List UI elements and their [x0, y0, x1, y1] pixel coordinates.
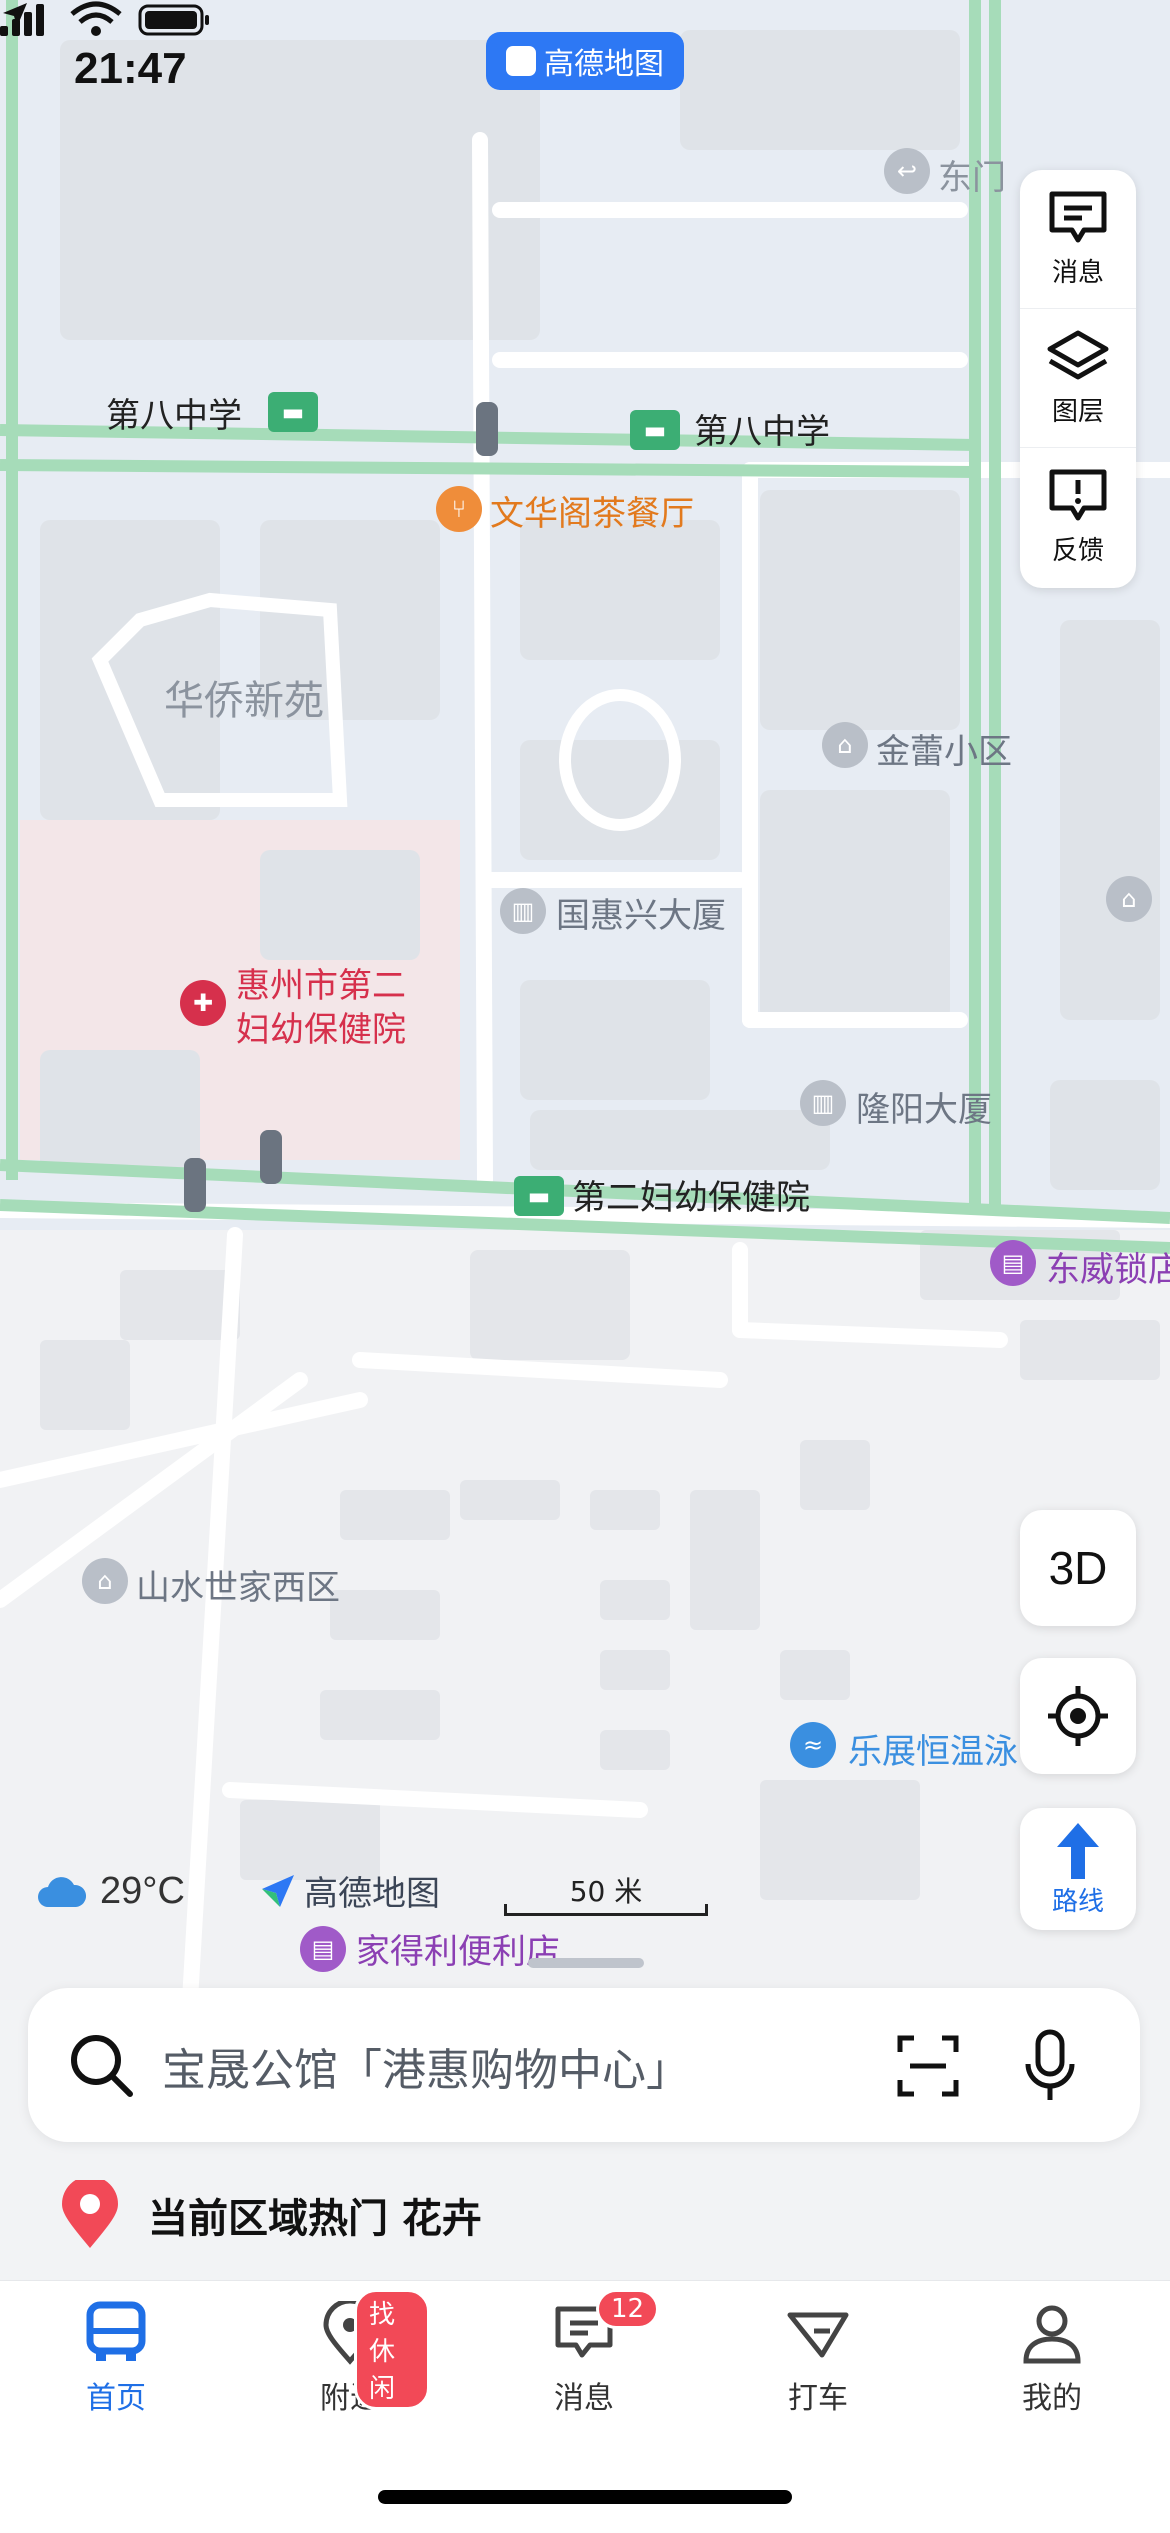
status-time: 21:47 [74, 44, 187, 93]
microphone-icon[interactable] [1022, 2028, 1078, 2104]
taxi-icon [787, 2312, 849, 2358]
feedback-button[interactable]: 反馈 [1020, 447, 1136, 586]
feedback-icon [1049, 469, 1107, 520]
label-building-longyang[interactable]: 隆阳大厦 [856, 1082, 992, 1131]
route-arrow-icon [1057, 1822, 1099, 1879]
location-pin-icon [62, 2180, 118, 2248]
hot-area-label: 当前区域热门 花卉 [148, 2196, 482, 2242]
message-bubble-icon [1049, 191, 1107, 242]
community-icon: ⌂ [1106, 876, 1152, 922]
app-return-pill[interactable]: 高德地图 [486, 32, 684, 90]
community-icon: ⌂ [82, 1558, 128, 1604]
restaurant-icon: ⑂ [436, 486, 482, 532]
building-icon: ▥ [800, 1080, 846, 1126]
tab-taxi[interactable]: 打车 [738, 2301, 898, 2417]
nearby-badge: 找休闲 [354, 2289, 430, 2410]
gate-icon: ↩ [884, 148, 930, 194]
label-community-shanshui[interactable]: 山水世家西区 [136, 1560, 340, 1609]
home-indicator[interactable] [378, 2490, 792, 2504]
bus-stop-icon: ▬ [514, 1176, 564, 1216]
view-3d-label: 3D [1048, 1542, 1108, 1594]
cloud-icon [38, 1876, 86, 1907]
map-canvas [0, 0, 1170, 2000]
traffic-light-icon [184, 1158, 206, 1212]
tab-nearby[interactable]: 附近 找休闲 [270, 2289, 430, 2417]
label-bus-stop-hospital[interactable]: 第二妇幼保健院 [572, 1170, 810, 1219]
crosshair-icon [1048, 1686, 1108, 1746]
amap-logo-icon [488, 34, 536, 76]
route-button-label: 路线 [1051, 1886, 1104, 1917]
map-side-panel: 消息 图层 反馈 [1020, 170, 1136, 588]
search-bar[interactable]: 宝晟公馆「港惠购物中心」 [28, 1988, 1140, 2142]
label-hospital-line2[interactable]: 妇幼保健院 [236, 1002, 406, 1051]
label-community-huaqiao[interactable]: 华侨新苑 [164, 668, 324, 726]
shop-icon: ▤ [990, 1240, 1036, 1286]
feedback-button-label: 反馈 [1051, 535, 1104, 566]
label-school-left[interactable]: 第八中学 [106, 388, 242, 437]
label-community-jinlei[interactable]: 金蕾小区 [876, 724, 1012, 773]
messages-badge: 12 [596, 2289, 660, 2329]
locate-me-button[interactable] [1020, 1658, 1136, 1774]
bus-icon [86, 2301, 146, 2361]
bus-stop-icon: ▬ [630, 410, 680, 450]
hot-area-row[interactable]: 当前区域热门 花卉 [60, 2180, 482, 2250]
tab-profile[interactable]: 我的 [972, 2301, 1132, 2417]
community-icon: ⌂ [822, 722, 868, 768]
user-icon [1023, 2305, 1081, 2364]
tab-home-label: 首页 [86, 2381, 146, 2416]
swimming-icon: ≈ [790, 1722, 836, 1768]
brand-watermark: 高德地图 [258, 1866, 440, 1915]
label-hot-spring[interactable]: 乐展恒温泳 [848, 1724, 1018, 1773]
search-icon [71, 2035, 133, 2097]
tab-messages[interactable]: 消息 12 [504, 2289, 664, 2417]
amap-brand-icon [262, 1874, 294, 1907]
bus-stop-icon: ▬ [268, 392, 318, 432]
messages-button-label: 消息 [1051, 257, 1104, 288]
status-icons [0, 1, 209, 36]
app-pill-label: 高德地图 [544, 47, 664, 82]
brand-watermark-label: 高德地图 [304, 1874, 440, 1914]
label-east-gate[interactable]: 东门 [938, 150, 1006, 199]
tab-profile-label: 我的 [1022, 2381, 1082, 2416]
label-hospital-line1[interactable]: 惠州市第二 [236, 958, 406, 1007]
label-school-right[interactable]: 第八中学 [694, 404, 830, 453]
hospital-icon: ✚ [180, 980, 226, 1026]
label-building-guohuixing[interactable]: 国惠兴大厦 [556, 888, 726, 937]
label-restaurant[interactable]: 文华阁茶餐厅 [490, 486, 694, 535]
view-3d-button[interactable]: 3D [1020, 1510, 1136, 1626]
building-icon: ▥ [500, 888, 546, 934]
tab-taxi-label: 打车 [788, 2381, 848, 2416]
traffic-light-icon [260, 1130, 282, 1184]
route-button[interactable]: 路线 [1020, 1808, 1136, 1930]
layers-button-label: 图层 [1051, 396, 1104, 427]
scale-bar-line [504, 1904, 708, 1916]
messages-button[interactable]: 消息 [1020, 170, 1136, 308]
tab-home[interactable]: 首页 [36, 2301, 196, 2417]
weather-widget[interactable]: 29°C [36, 1870, 185, 1913]
layers-icon [1047, 330, 1109, 379]
weather-temperature: 29°C [100, 1870, 185, 1912]
status-bar: 21:47 高德地图 [0, 0, 1170, 150]
shop-icon: ▤ [300, 1926, 346, 1972]
layers-button[interactable]: 图层 [1020, 308, 1136, 447]
scan-icon[interactable] [896, 2034, 960, 2098]
scale-bar: 50 米 [504, 1870, 708, 1916]
label-lock-shop[interactable]: 东威锁店 [1046, 1242, 1170, 1291]
map-view[interactable]: 21:47 高德地图 ↩ 东门 第八中学 ▬ ▬ 第八中学 ⑂ 文华阁茶餐厅 华… [0, 0, 1170, 2000]
traffic-light-icon [476, 402, 498, 456]
search-input[interactable]: 宝晟公馆「港惠购物中心」 [162, 2034, 690, 2098]
sheet-drag-handle[interactable] [528, 1958, 644, 1968]
tab-messages-label: 消息 [554, 2381, 614, 2416]
